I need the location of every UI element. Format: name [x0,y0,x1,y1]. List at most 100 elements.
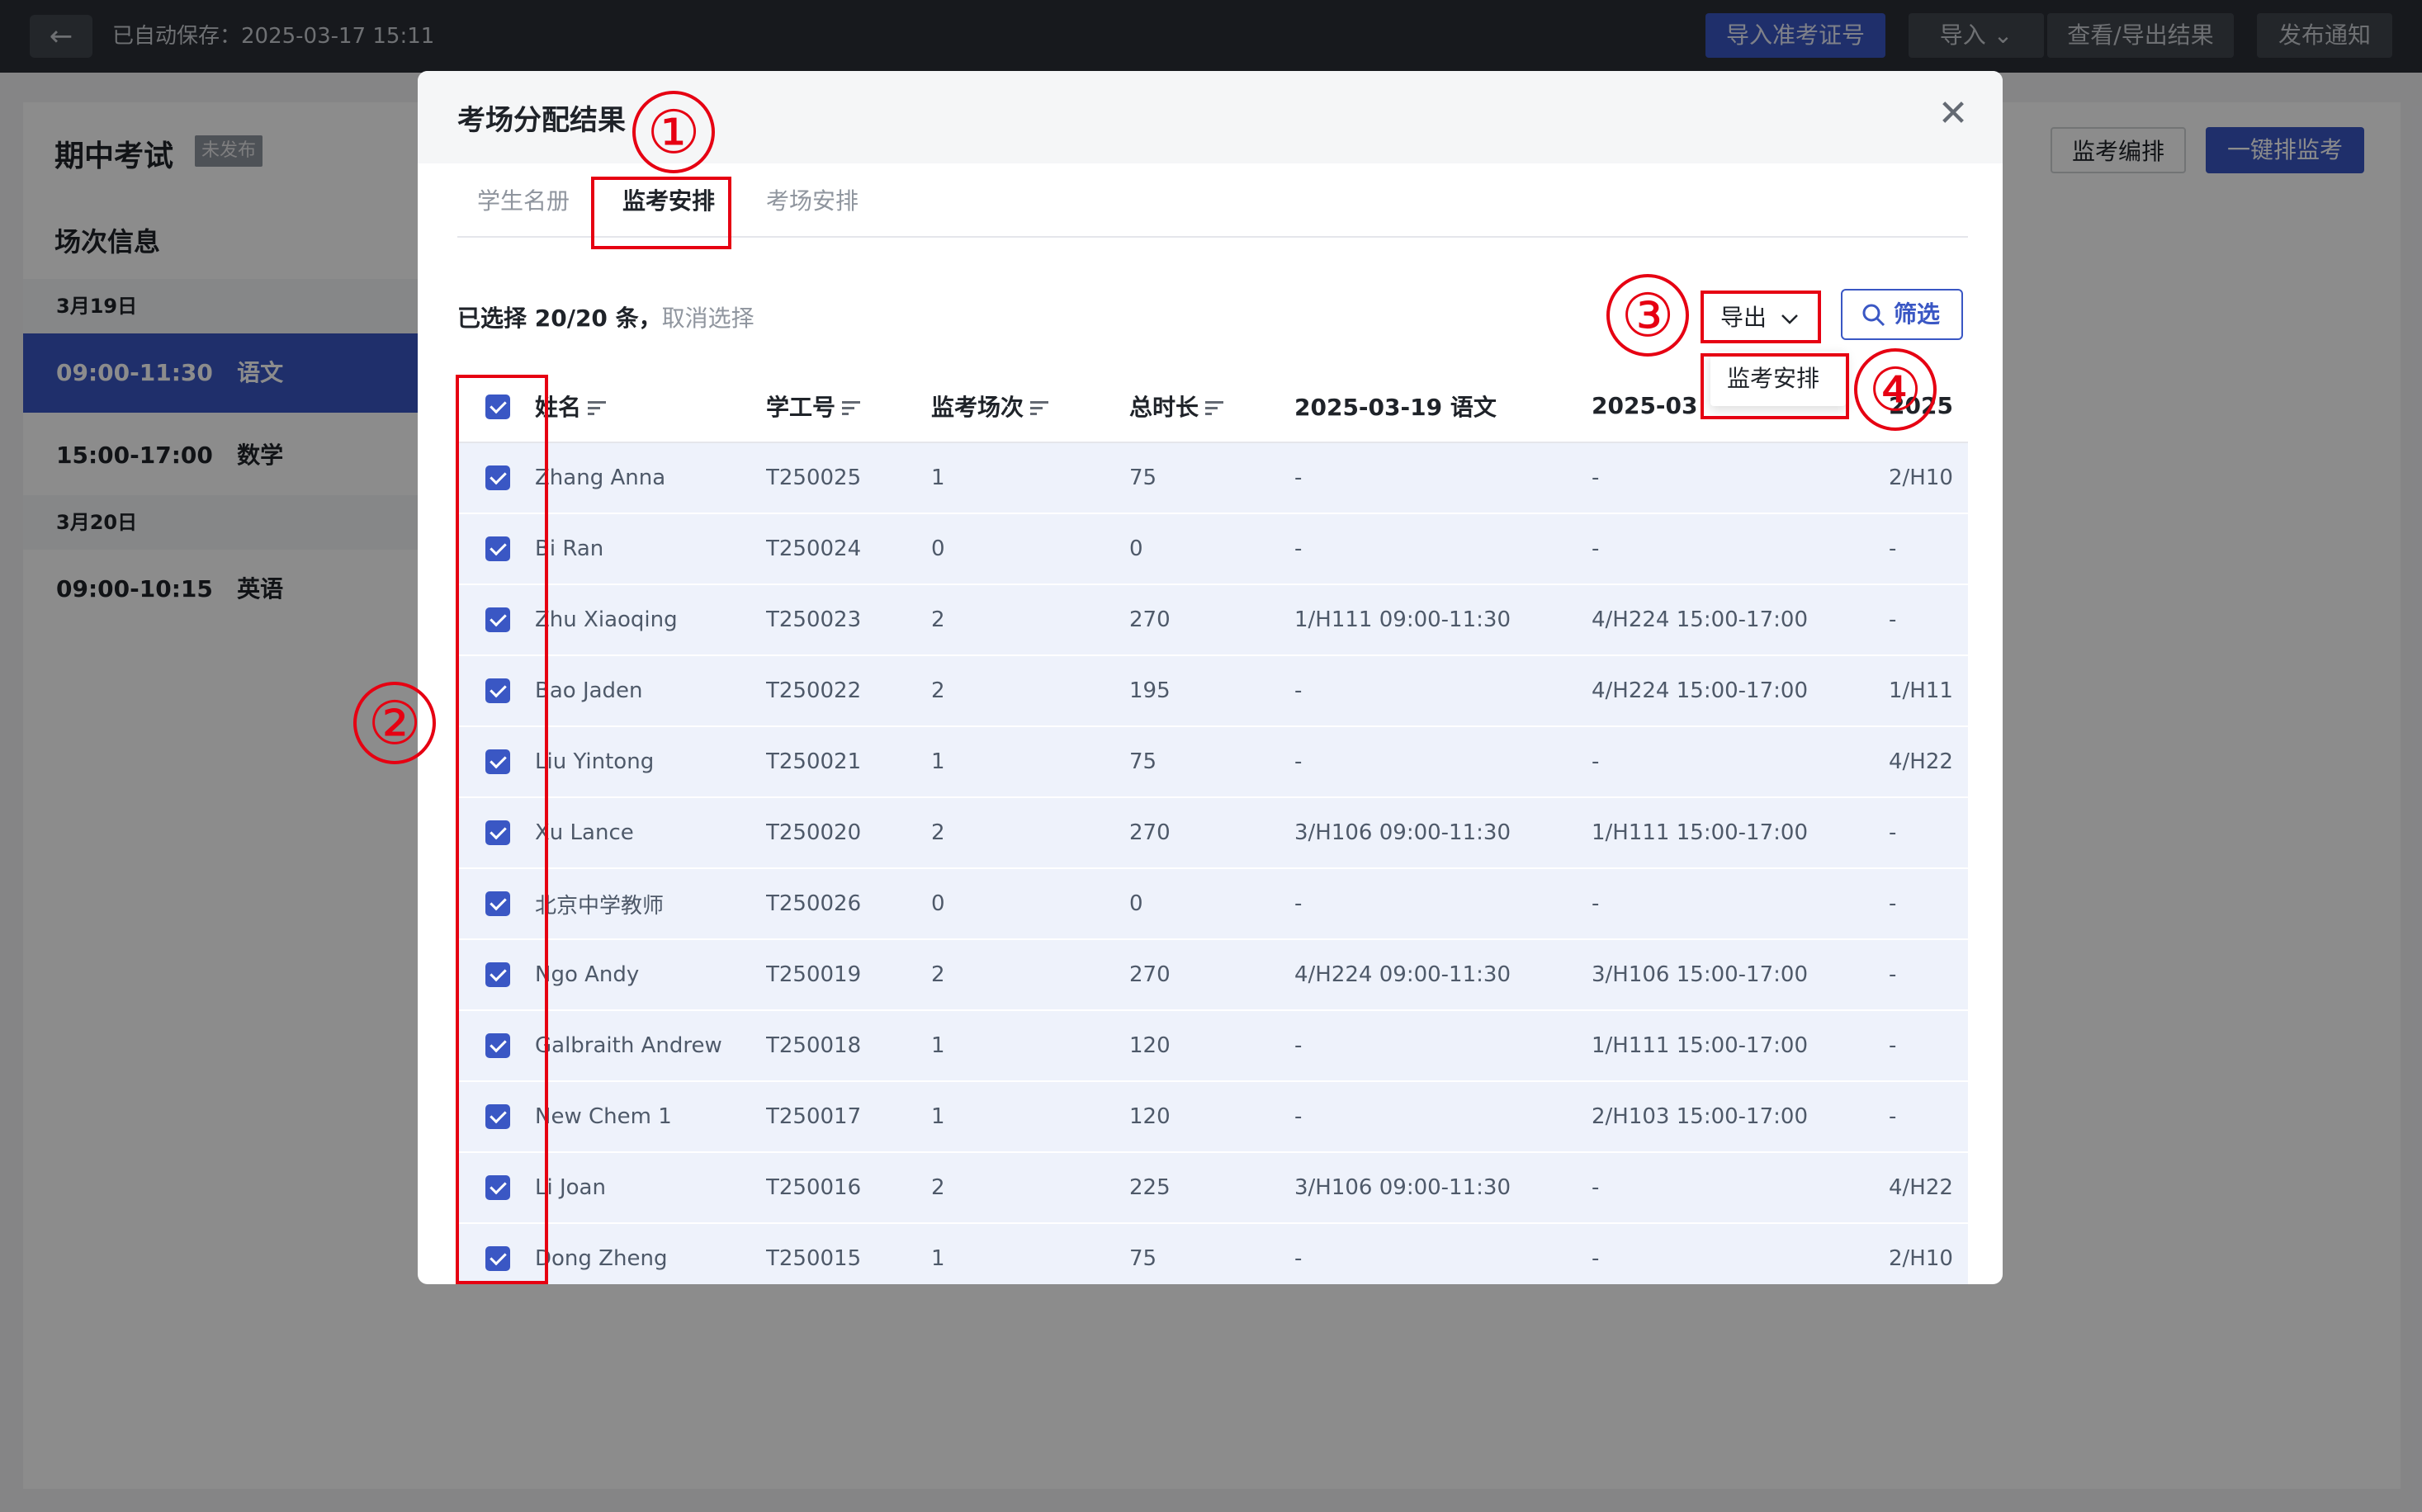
cell-staff-id: T250020 [766,797,931,869]
table-row[interactable]: New Chem 1 T250017 1 120-2/H103 15:00-17:00… [457,1081,1968,1153]
cell-name: Bao Jaden [535,655,766,727]
cancel-selection-link[interactable]: 取消选择 [662,305,755,332]
cell-name: 北京中学教师 [535,868,766,940]
cell-session-1: - [1294,1010,1592,1082]
table-row[interactable]: Bao Jaden T250022 2 195-4/H224 15:00-17:00 1… [457,655,1968,727]
table-row[interactable]: Liu Yintong T250021 1 75- -4/H22 [457,726,1968,798]
filter-icon[interactable] [1030,400,1049,416]
cell-staff-id: T250023 [766,584,931,656]
cell-session-2: - [1592,1152,1889,1224]
cell-session-2: 3/H106 15:00-17:00 [1592,939,1889,1011]
table-row[interactable]: Xu Lance T250020 2 270 3/H106 09:00-11:30 1/H… [457,797,1968,869]
cell-session-3: 2/H10 [1889,442,1968,514]
cell-session-3: 4/H22 [1889,1152,1968,1224]
cell-session-2: - [1592,513,1889,585]
cell-session-3: - [1889,1081,1968,1153]
filter-icon[interactable] [842,400,861,416]
cell-sessions: 2 [931,1152,1129,1224]
cell-session-1: 3/H106 09:00-11:30 [1294,1152,1592,1224]
cell-duration: 270 [1129,939,1294,1011]
cell-name: Li Joan [535,1152,766,1224]
cell-session-3: - [1889,939,1968,1011]
cell-duration: 195 [1129,655,1294,727]
cell-session-1: 4/H224 09:00-11:30 [1294,939,1592,1011]
close-icon[interactable]: ✕ [1932,92,1975,135]
column-header-staff-id[interactable]: 学工号 [766,370,931,443]
table-row[interactable]: Galbraith Andrew T250018 1 120-1/H111 15:00… [457,1010,1968,1082]
cell-sessions: 2 [931,655,1129,727]
cell-session-2: 2/H103 15:00-17:00 [1592,1081,1889,1153]
cell-duration: 225 [1129,1152,1294,1224]
cell-session-1: - [1294,655,1592,727]
cell-sessions: 1 [931,1081,1129,1153]
cell-duration: 0 [1129,513,1294,585]
cell-session-2: - [1592,868,1889,940]
annotation-box-checkboxes [456,375,548,1284]
filter-label: 筛选 [1894,300,1941,328]
cell-staff-id: T250018 [766,1010,931,1082]
filter-button[interactable]: 筛选 [1841,289,1963,340]
table-row[interactable]: Ngo Andy T250019 2 270 4/H224 09:00-11:30 3/H… [457,939,1968,1011]
modal-title: 考场分配结果 [457,104,626,137]
column-header-session-1: 2025-03-19 语文 [1294,370,1592,443]
table-row[interactable]: Li Joan T250016 2 225 3/H106 09:00-11:30-4/H… [457,1152,1968,1224]
cell-session-2: - [1592,1223,1889,1284]
tab-room-arrangement[interactable]: 考场安排 [766,183,859,216]
cell-staff-id: T250024 [766,513,931,585]
cell-session-3: 4/H22 [1889,726,1968,798]
table-row[interactable]: Zhang Anna T250025 1 75- -2/H10 [457,442,1968,514]
cell-session-2: 1/H111 15:00-17:00 [1592,1010,1889,1082]
table-row[interactable]: Dong Zheng T250015 1 75- -2/H10 [457,1223,1968,1284]
filter-icon[interactable] [588,400,607,416]
selection-count: 已选择 20/20 条， [457,305,662,332]
cell-session-3: 2/H10 [1889,1223,1968,1284]
cell-staff-id: T250026 [766,868,931,940]
column-header-name[interactable]: 姓名 [535,370,766,443]
annotation-number-2: ② [353,682,436,764]
cell-sessions: 1 [931,1010,1129,1082]
cell-session-2: 4/H224 15:00-17:00 [1592,584,1889,656]
cell-name: Ngo Andy [535,939,766,1011]
annotation-number-4: ④ [1854,348,1937,431]
cell-name: Liu Yintong [535,726,766,798]
selection-info: 已选择 20/20 条，取消选择 [457,300,755,333]
cell-session-1: - [1294,868,1592,940]
cell-sessions: 0 [931,513,1129,585]
cell-sessions: 1 [931,726,1129,798]
table-row[interactable]: 北京中学教师 T250026 0 0- - - [457,868,1968,940]
cell-session-1: 1/H111 09:00-11:30 [1294,584,1592,656]
column-header-sessions[interactable]: 监考场次 [931,370,1129,443]
cell-sessions: 0 [931,868,1129,940]
cell-duration: 0 [1129,868,1294,940]
cell-staff-id: T250016 [766,1152,931,1224]
cell-session-1: - [1294,726,1592,798]
cell-name: Zhu Xiaoqing [535,584,766,656]
cell-session-2: 1/H111 15:00-17:00 [1592,797,1889,869]
cell-name: Zhang Anna [535,442,766,514]
column-header-total-duration[interactable]: 总时长 [1129,370,1294,443]
cell-name: Dong Zheng [535,1223,766,1284]
cell-sessions: 1 [931,1223,1129,1284]
cell-session-3: - [1889,584,1968,656]
cell-session-1: - [1294,1081,1592,1153]
cell-staff-id: T250022 [766,655,931,727]
annotation-box-tab [591,177,731,249]
search-icon [1862,304,1885,327]
table-row[interactable]: Zhu Xiaoqing T250023 2 270 1/H111 09:00-11:3… [457,584,1968,656]
cell-session-1: 3/H106 09:00-11:30 [1294,797,1592,869]
annotation-box-menu-item [1701,353,1849,419]
annotation-number-3: ③ [1606,274,1689,357]
cell-session-3: - [1889,1010,1968,1082]
cell-sessions: 1 [931,442,1129,514]
cell-staff-id: T250025 [766,442,931,514]
cell-name: New Chem 1 [535,1081,766,1153]
filter-icon[interactable] [1205,400,1224,416]
cell-duration: 75 [1129,726,1294,798]
cell-duration: 75 [1129,442,1294,514]
cell-name: Galbraith Andrew [535,1010,766,1082]
table-row[interactable]: Bi Ran T250024 0 0- - - [457,513,1968,585]
cell-sessions: 2 [931,797,1129,869]
tab-student-roster[interactable]: 学生名册 [477,183,570,216]
cell-session-2: - [1592,726,1889,798]
cell-session-3: - [1889,868,1968,940]
